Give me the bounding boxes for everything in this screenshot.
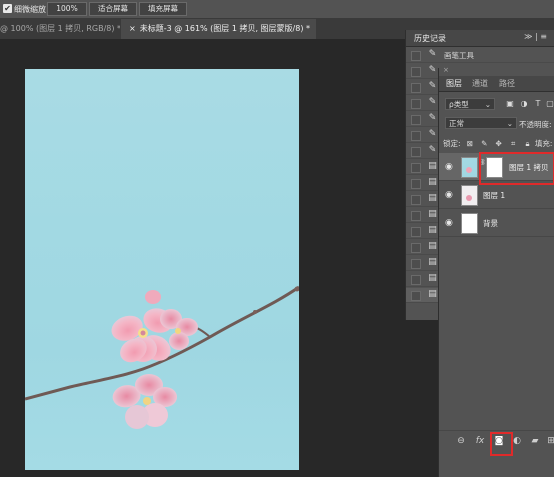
layers-panel-tabs: 图层 通道 路径 xyxy=(439,76,554,92)
zoom-100-button[interactable]: 100% xyxy=(47,2,87,16)
lock-label: 锁定: xyxy=(443,139,461,148)
document-icon: ▤ xyxy=(428,209,437,219)
chevron-down-icon: ⌄ xyxy=(506,119,513,128)
folder-icon[interactable]: ▰ xyxy=(529,436,541,446)
tab-document-2-label: 未标题-3 @ 161% (图层 1 拷贝, 图层蒙版/8) * xyxy=(139,24,311,33)
layer-row-1[interactable]: ◉ 图层 1 xyxy=(439,181,554,209)
layer-filter-label: ρ类型 xyxy=(449,100,469,109)
document-icon: ▤ xyxy=(428,193,437,203)
brush-icon: ✎ xyxy=(428,113,437,123)
fill-label: 填充: xyxy=(534,139,553,148)
lock-position-icon[interactable]: ✥ xyxy=(494,139,504,148)
layer-thumbnail xyxy=(461,157,478,178)
scrubby-zoom-checkbox[interactable]: ✔ xyxy=(3,4,12,13)
fit-screen-button[interactable]: 适合屏幕 xyxy=(89,2,137,16)
type-filter-icon[interactable]: T xyxy=(533,99,543,109)
panel-menu-icon[interactable]: ≫ | ≡ xyxy=(524,32,547,41)
tab-close-icon[interactable]: × xyxy=(129,24,136,33)
lock-transparency-icon[interactable]: ⊠ xyxy=(465,139,475,148)
document-icon: ▤ xyxy=(428,161,437,171)
tab-document-1-label: @ 100% (图层 1 拷贝, RGB/8) * xyxy=(0,24,120,33)
history-snapshot-checkbox[interactable] xyxy=(411,83,421,93)
history-snapshot-checkbox[interactable] xyxy=(411,195,421,205)
opacity-label: 不透明度: xyxy=(519,120,552,129)
tab-paths[interactable]: 路径 xyxy=(499,78,515,89)
lock-all-icon[interactable]: 🔒︎ xyxy=(522,139,532,149)
visibility-eye-icon[interactable]: ◉ xyxy=(445,218,453,228)
history-snapshot-checkbox[interactable] xyxy=(411,67,421,77)
history-snapshot-checkbox[interactable] xyxy=(411,51,421,61)
brush-icon: ✎ xyxy=(428,65,437,75)
history-snapshot-checkbox[interactable] xyxy=(411,275,421,285)
layer-thumbnail xyxy=(461,213,478,234)
document-icon: ▤ xyxy=(428,273,437,283)
visibility-eye-icon[interactable]: ◉ xyxy=(445,162,453,172)
link-icon[interactable]: ⊖ xyxy=(455,436,467,446)
pixel-filter-icon[interactable]: ▣ xyxy=(505,99,515,109)
layer-row-background[interactable]: ◉ 背景 xyxy=(439,209,554,237)
layer-name: 图层 1 xyxy=(483,191,506,200)
new-layer-icon[interactable]: ⊞ xyxy=(545,436,554,446)
lock-artboard-icon[interactable]: ⌗ xyxy=(508,139,518,149)
history-snapshot-checkbox[interactable] xyxy=(411,115,421,125)
history-snapshot-checkbox[interactable] xyxy=(411,147,421,157)
lock-row: 锁定: ⊠ ✎ ✥ ⌗ 🔒︎ 填充: xyxy=(443,138,554,150)
highlight-box xyxy=(479,152,554,185)
document-icon: ▤ xyxy=(428,257,437,267)
document-canvas[interactable] xyxy=(25,69,299,470)
blend-mode-value: 正常 xyxy=(449,119,464,128)
highlight-box xyxy=(490,432,513,456)
blend-mode-select[interactable]: 正常 ⌄ xyxy=(445,117,517,129)
layer-name: 背景 xyxy=(483,219,498,228)
document-icon: ▤ xyxy=(428,225,437,235)
history-snapshot-checkbox[interactable] xyxy=(411,99,421,109)
history-snapshot-checkbox[interactable] xyxy=(411,211,421,221)
brush-icon: ✎ xyxy=(428,145,437,155)
fx-icon[interactable]: fx xyxy=(474,436,486,446)
brush-icon: ✎ xyxy=(428,81,437,91)
visibility-eye-icon[interactable]: ◉ xyxy=(445,190,453,200)
history-snapshot-checkbox[interactable] xyxy=(411,163,421,173)
tab-layers[interactable]: 图层 xyxy=(446,78,462,89)
blossom-thumb-icon xyxy=(466,167,472,173)
history-snapshot-checkbox[interactable] xyxy=(411,259,421,269)
tab-channels[interactable]: 通道 xyxy=(472,78,488,89)
brush-icon: ✎ xyxy=(428,97,437,107)
adjustment-filter-icon[interactable]: ◑ xyxy=(519,99,529,109)
layer-thumbnail xyxy=(461,185,478,206)
panel-close-icon[interactable]: × xyxy=(443,66,449,74)
shape-filter-icon[interactable]: ▢ xyxy=(545,99,554,109)
blossom-thumb-icon xyxy=(466,195,472,201)
history-item-label: 画笔工具 xyxy=(444,51,474,60)
scrubby-zoom-label: 细微缩放 xyxy=(14,5,46,14)
layer-filter-select[interactable]: ρ类型 ⌄ xyxy=(445,98,495,110)
lock-pixels-icon[interactable]: ✎ xyxy=(479,139,489,148)
tab-document-1[interactable]: @ 100% (图层 1 拷贝, RGB/8) * xyxy=(0,19,120,39)
cherry-blossom-image xyxy=(25,285,299,429)
document-icon: ▤ xyxy=(428,289,437,299)
document-icon: ▤ xyxy=(428,177,437,187)
options-bar: ✔ 细微缩放 100% 适合屏幕 填充屏幕 xyxy=(0,0,554,19)
history-panel-title: 历史记录 xyxy=(414,34,446,43)
brush-icon: ✎ xyxy=(428,129,437,139)
history-item[interactable]: ✎ 画笔工具 xyxy=(406,48,554,63)
brush-icon: ✎ xyxy=(428,49,437,59)
tab-document-2[interactable]: × 未标题-3 @ 161% (图层 1 拷贝, 图层蒙版/8) * xyxy=(121,19,316,39)
chevron-down-icon: ⌄ xyxy=(484,100,491,109)
fill-screen-button[interactable]: 填充屏幕 xyxy=(139,2,187,16)
history-snapshot-checkbox[interactable] xyxy=(411,291,421,301)
history-snapshot-checkbox[interactable] xyxy=(411,179,421,189)
history-panel-header: 历史记录 ≫ | ≡ xyxy=(406,30,554,47)
history-snapshot-checkbox[interactable] xyxy=(411,243,421,253)
history-snapshot-checkbox[interactable] xyxy=(411,131,421,141)
layers-panel: × 图层 通道 路径 ρ类型 ⌄ ▣ ◑ T ▢ 正常 ⌄ 不透明度: 锁定: ⊠ … xyxy=(438,66,554,477)
history-snapshot-checkbox[interactable] xyxy=(411,227,421,237)
document-icon: ▤ xyxy=(428,241,437,251)
